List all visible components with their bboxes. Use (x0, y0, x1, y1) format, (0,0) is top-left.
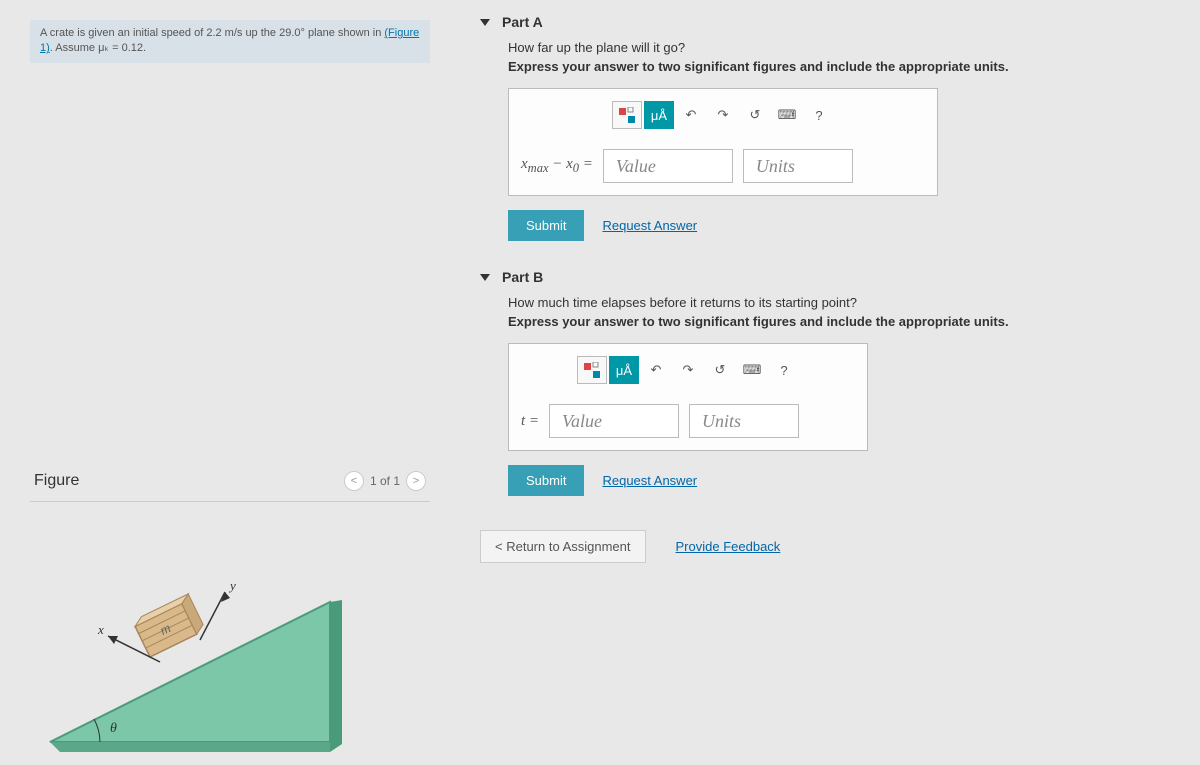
part-a-request-answer[interactable]: Request Answer (602, 218, 697, 233)
part-b-units-input[interactable]: Units (689, 404, 799, 438)
undo-icon[interactable]: ↶ (641, 356, 671, 384)
part-b-value-input[interactable]: Value (549, 404, 679, 438)
redo-icon[interactable]: ↷ (708, 101, 738, 129)
part-b-submit-button[interactable]: Submit (508, 465, 584, 496)
part-b-header[interactable]: Part B (480, 265, 1180, 295)
template-icon[interactable] (612, 101, 642, 129)
part-b-lhs: t = (521, 413, 539, 430)
caret-down-icon (480, 274, 490, 281)
part-b-title: Part B (502, 269, 543, 285)
help-button[interactable]: ? (769, 356, 799, 384)
part-a-title: Part A (502, 14, 543, 30)
part-a-answer-box: μÅ ↶ ↷ ↺ ⌨ ? xmax − x0 = Value Units (508, 88, 938, 196)
return-button[interactable]: < Return to Assignment (480, 530, 646, 563)
part-a-value-input[interactable]: Value (603, 149, 733, 183)
part-b-answer-box: μÅ ↶ ↷ ↺ ⌨ ? t = Value Units (508, 343, 868, 451)
part-a-units-input[interactable]: Units (743, 149, 853, 183)
units-button[interactable]: μÅ (644, 101, 674, 129)
part-a-lhs: xmax − x0 = (521, 156, 593, 176)
undo-icon[interactable]: ↶ (676, 101, 706, 129)
reset-icon[interactable]: ↺ (705, 356, 735, 384)
keyboard-icon[interactable]: ⌨ (737, 356, 767, 384)
part-a-instruct: Express your answer to two significant f… (508, 59, 1180, 74)
part-b-request-answer[interactable]: Request Answer (602, 473, 697, 488)
caret-down-icon (480, 19, 490, 26)
units-button[interactable]: μÅ (609, 356, 639, 384)
figure-next-button[interactable]: > (406, 471, 426, 491)
figure-counter: 1 of 1 (370, 474, 400, 488)
provide-feedback[interactable]: Provide Feedback (676, 539, 781, 554)
figure-image: m y x θ (30, 522, 390, 762)
part-a-submit-button[interactable]: Submit (508, 210, 584, 241)
help-button[interactable]: ? (804, 101, 834, 129)
part-a-prompt: How far up the plane will it go? (508, 40, 1180, 55)
problem-text-1: A crate is given an initial speed of 2.2… (40, 27, 384, 39)
figure-panel: Figure < 1 of 1 > (30, 463, 430, 762)
reset-icon[interactable]: ↺ (740, 101, 770, 129)
return-label: Return to Assignment (506, 539, 630, 554)
template-icon[interactable] (577, 356, 607, 384)
problem-statement: A crate is given an initial speed of 2.2… (30, 20, 430, 63)
keyboard-icon[interactable]: ⌨ (772, 101, 802, 129)
part-b-instruct: Express your answer to two significant f… (508, 314, 1180, 329)
figure-prev-button[interactable]: < (344, 471, 364, 491)
figure-title: Figure (34, 472, 79, 490)
problem-text-2: . Assume μₖ = 0.12. (50, 42, 146, 54)
svg-text:y: y (228, 578, 236, 593)
svg-text:x: x (97, 622, 104, 637)
redo-icon[interactable]: ↷ (673, 356, 703, 384)
part-b-prompt: How much time elapses before it returns … (508, 295, 1180, 310)
part-a-header[interactable]: Part A (480, 10, 1180, 40)
